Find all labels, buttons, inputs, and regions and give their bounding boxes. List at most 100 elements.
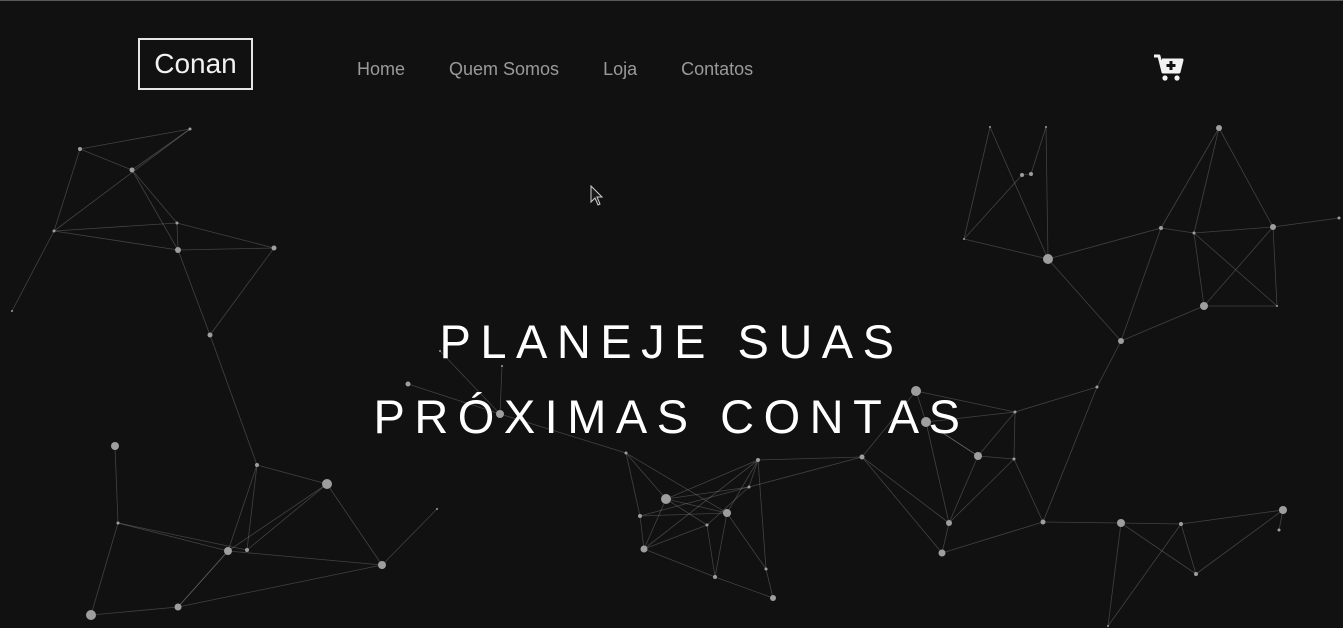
- network-node: [175, 247, 181, 253]
- logo-button[interactable]: Conan: [138, 38, 253, 90]
- network-node: [86, 610, 96, 620]
- network-edge: [227, 550, 383, 566]
- network-edge: [643, 548, 716, 578]
- network-node: [989, 126, 991, 128]
- network-edge: [79, 128, 191, 150]
- network-node: [764, 567, 768, 571]
- network-edge: [625, 452, 667, 500]
- network-node: [1107, 625, 1109, 627]
- network-edge: [1272, 217, 1340, 228]
- network-node: [436, 508, 438, 510]
- network-node: [859, 454, 865, 460]
- network-node: [770, 595, 776, 601]
- network-edge: [1218, 127, 1274, 228]
- network-edge: [53, 128, 191, 232]
- site-header: Conan Home Quem Somos Loja Contatos: [0, 1, 1343, 126]
- network-node: [1045, 126, 1047, 128]
- network-edge: [941, 521, 1044, 554]
- network-node: [1279, 506, 1287, 514]
- nav-item-loja[interactable]: Loja: [603, 58, 637, 80]
- network-edge: [1120, 522, 1182, 525]
- network-node: [129, 167, 135, 173]
- network-edge: [625, 452, 641, 517]
- network-edge: [963, 174, 1023, 240]
- network-node: [661, 494, 671, 504]
- network-node: [756, 458, 760, 462]
- network-edge: [1193, 226, 1274, 234]
- network-node: [116, 521, 120, 525]
- network-edge: [1013, 458, 1044, 523]
- network-edge: [246, 483, 328, 551]
- network-edge: [90, 606, 179, 616]
- network-edge: [963, 126, 991, 240]
- hero-line-1: PLANEJE SUAS: [439, 315, 904, 368]
- network-node: [175, 221, 179, 225]
- nav-item-quem-somos[interactable]: Quem Somos: [449, 58, 559, 80]
- hero-heading: PLANEJE SUAS PRÓXIMAS CONTAS: [0, 304, 1343, 454]
- network-node: [322, 479, 332, 489]
- cart-plus-icon: [1154, 54, 1184, 81]
- network-node: [1179, 522, 1183, 526]
- network-edge: [381, 508, 438, 566]
- network-node: [1012, 457, 1016, 461]
- network-node: [1043, 254, 1053, 264]
- network-edge: [948, 455, 979, 524]
- network-node: [713, 575, 717, 579]
- network-edge: [1193, 232, 1205, 307]
- network-edge: [941, 522, 950, 554]
- network-edge: [625, 452, 728, 514]
- network-edge: [1203, 226, 1274, 307]
- network-edge: [948, 458, 1015, 524]
- network-edge: [131, 169, 178, 224]
- network-node: [1029, 172, 1033, 176]
- network-edge: [90, 522, 119, 616]
- network-edge: [176, 222, 275, 249]
- network-edge: [177, 247, 275, 251]
- nav-item-contatos[interactable]: Contatos: [681, 58, 753, 80]
- network-edge: [643, 459, 759, 550]
- network-node: [1192, 231, 1196, 235]
- network-edge: [227, 483, 328, 552]
- network-edge: [643, 524, 708, 550]
- cart-button[interactable]: [1153, 53, 1185, 83]
- network-edge: [665, 459, 759, 500]
- network-edge: [131, 169, 179, 251]
- network-node: [705, 523, 709, 527]
- network-edge: [977, 455, 1015, 460]
- network-edge: [757, 459, 767, 570]
- network-edge: [714, 512, 728, 578]
- network-node: [78, 147, 82, 151]
- network-edge: [1193, 232, 1278, 307]
- network-node: [224, 547, 232, 555]
- network-node: [1040, 519, 1046, 525]
- network-edge: [1045, 126, 1049, 260]
- network-node: [938, 549, 946, 557]
- network-node: [638, 514, 642, 518]
- network-edge: [1193, 127, 1220, 234]
- network-node: [378, 561, 386, 569]
- hero-line-2: PRÓXIMAS CONTAS: [373, 390, 970, 443]
- network-node: [1020, 173, 1024, 177]
- network-edge: [1160, 127, 1220, 229]
- network-node: [1194, 572, 1198, 576]
- network-edge: [1042, 521, 1122, 524]
- network-node: [1117, 519, 1125, 527]
- network-edge: [246, 464, 258, 551]
- network-node: [245, 548, 249, 552]
- network-edge: [757, 456, 863, 461]
- network-edge: [53, 148, 81, 232]
- network-node: [188, 127, 192, 131]
- network-node: [1337, 216, 1341, 220]
- nav-item-home[interactable]: Home: [357, 58, 405, 80]
- network-edge: [1272, 226, 1278, 307]
- network-edge: [714, 576, 774, 599]
- network-node: [1159, 226, 1163, 230]
- network-node: [255, 463, 259, 467]
- network-edge: [177, 564, 383, 608]
- network-edge: [227, 464, 258, 552]
- network-edge: [726, 512, 767, 570]
- network-edge: [79, 148, 133, 171]
- network-edge: [117, 522, 229, 552]
- network-node: [174, 603, 182, 611]
- main-nav: Home Quem Somos Loja Contatos: [357, 58, 797, 80]
